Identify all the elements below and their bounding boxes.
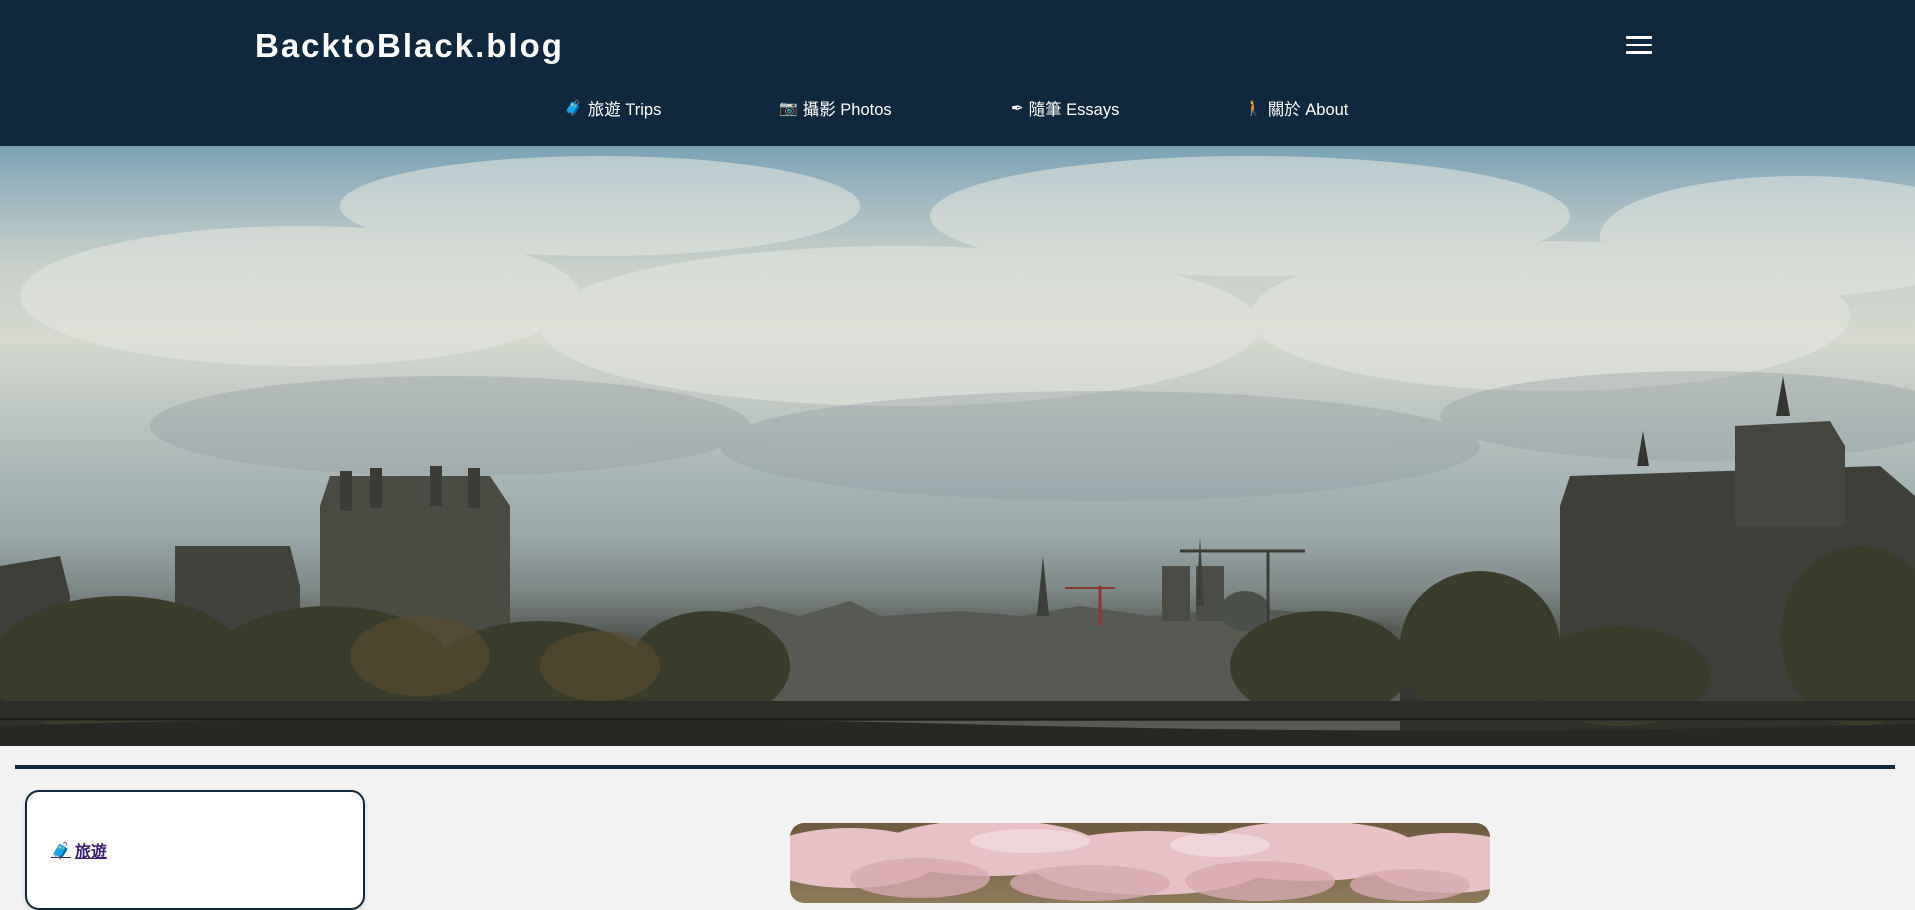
post-thumbnail-image[interactable]	[790, 823, 1490, 903]
hamburger-menu-icon-bar	[1626, 43, 1652, 47]
nav-item-photos[interactable]: 📷 攝影 Photos	[779, 94, 892, 122]
nav-item-label: 關於 About	[1267, 101, 1349, 119]
nav-item-about[interactable]: 🚶 關於 About	[1244, 94, 1348, 122]
sidebar-card: 🧳 旅遊	[25, 790, 365, 910]
sidebar-link-trips[interactable]: 🧳 旅遊	[51, 838, 107, 862]
sidebar-link-label: 旅遊	[74, 844, 107, 861]
main-nav: 🧳 旅遊 Trips 📷 攝影 Photos ✒ 隨筆 Essays 🚶 關於 …	[0, 94, 1915, 124]
site-title[interactable]: BacktoBlack.blog	[255, 24, 564, 68]
hamburger-menu-button[interactable]	[1624, 30, 1654, 60]
luggage-icon: 🧳	[564, 99, 583, 117]
hero-banner-image	[0, 146, 1915, 746]
camera-icon: 📷	[779, 99, 798, 117]
person-icon: 🚶	[1244, 99, 1263, 117]
site-header: BacktoBlack.blog 🧳 旅遊 Trips 📷 攝影 Photos …	[0, 0, 1915, 146]
nav-item-trips[interactable]: 🧳 旅遊 Trips	[564, 94, 661, 122]
nav-item-essays[interactable]: ✒ 隨筆 Essays	[1011, 94, 1119, 122]
pen-icon: ✒	[1011, 99, 1024, 117]
nav-item-label: 旅遊 Trips	[587, 101, 662, 119]
nav-item-label: 隨筆 Essays	[1028, 101, 1120, 119]
cherry-blossom-photo	[790, 823, 1490, 901]
hamburger-menu-icon	[1626, 36, 1652, 39]
luggage-icon: 🧳	[51, 840, 71, 860]
section-divider	[15, 765, 1895, 769]
hamburger-menu-icon-bar	[1626, 51, 1652, 54]
nav-item-label: 攝影 Photos	[802, 101, 892, 119]
paris-skyline-photo	[0, 156, 1915, 746]
